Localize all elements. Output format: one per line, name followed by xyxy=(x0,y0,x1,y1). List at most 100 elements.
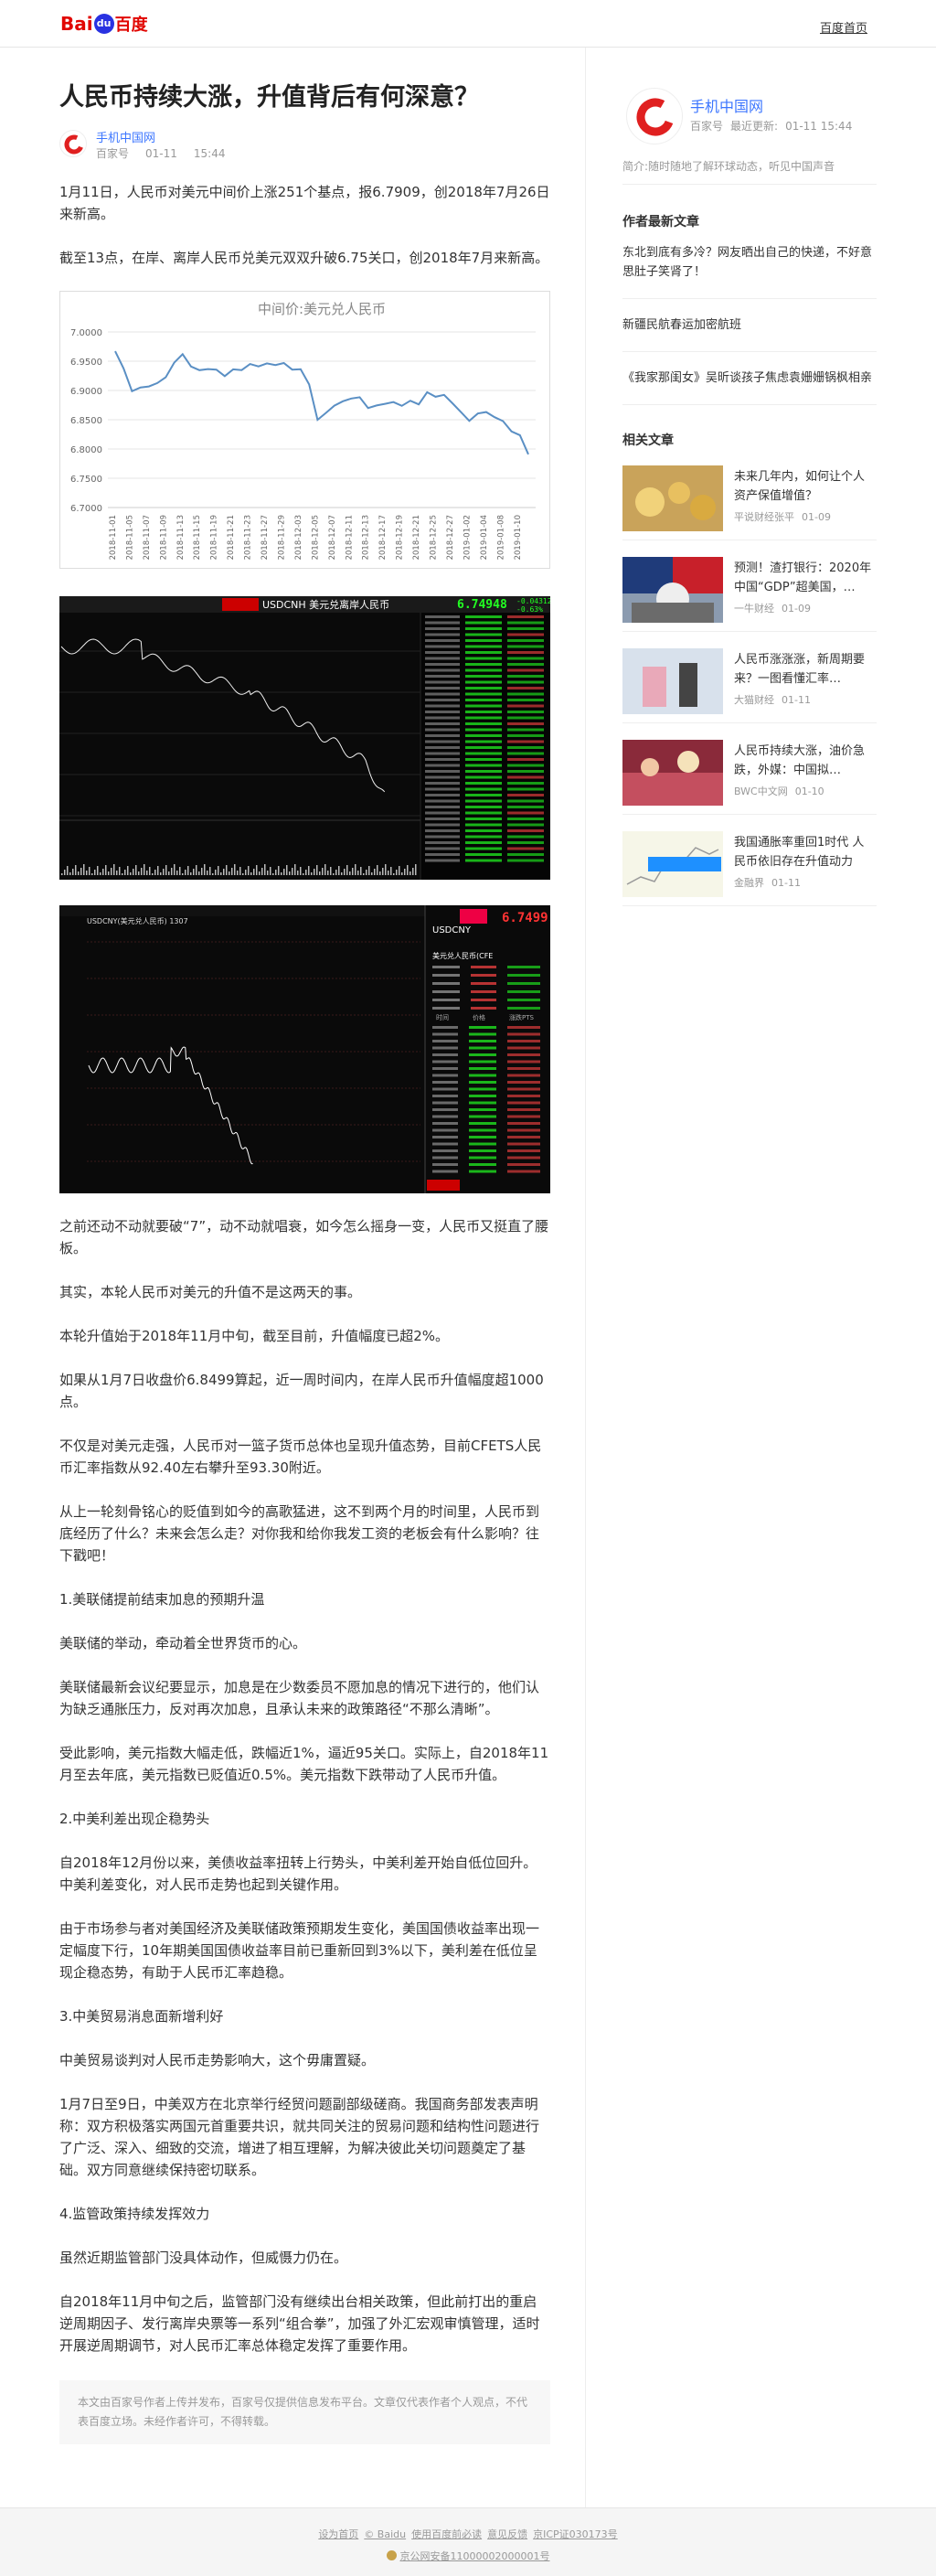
baidu-home-link[interactable]: 百度首页 xyxy=(820,18,867,36)
author-meta: 百家号 01-11 15:44 xyxy=(96,145,241,161)
publish-date: 01-11 xyxy=(145,147,177,160)
x-tick-label: 2018-12-27 xyxy=(446,515,455,560)
author-name-link[interactable]: 手机中国网 xyxy=(96,128,155,145)
x-tick-label: 2018-11-09 xyxy=(159,515,168,560)
article-paragraph: 1月11日，人民币对美元中间价上涨251个基点，报6.7909，创2018年7月… xyxy=(59,184,550,222)
y-tick-label: 6.9500 xyxy=(70,358,102,368)
related-article-meta: BWC中文网 01-10 xyxy=(734,784,824,798)
dark2-col-price: 价格 xyxy=(473,1013,485,1021)
latest-article-link[interactable]: 东北到底有多冷？网友晒出自己的快递，不好意思肚子笑肾了！ xyxy=(622,230,877,299)
related-article-title[interactable]: 未来几年内，如何让个人资产保值增值？ xyxy=(734,467,876,506)
latest-articles-list: 东北到底有多冷？网友晒出自己的快递，不好意思肚子笑肾了！ 新疆民航春运加密航班 《我… xyxy=(622,230,877,405)
article-paragraph: 如果从1月7日收盘价6.8499算起，近一周时间内，在岸人民币升值幅度超1000… xyxy=(59,1372,544,1410)
article-paragraph: 2.中美利差出现企稳势头 xyxy=(59,1811,210,1827)
police-badge-icon xyxy=(386,2550,397,2560)
dark2-col-change: 涨跌PTS xyxy=(509,1013,534,1021)
latest-article-link[interactable]: 《我家那闺女》吴昕谈孩子焦虑袁姗姗锅枫相亲 xyxy=(622,352,877,405)
author-logo-icon[interactable] xyxy=(59,130,87,157)
article-paragraph: 美联储的举动，牵动着全世界货币的心。 xyxy=(59,1635,307,1651)
related-article-title[interactable]: 预测！渣打银行：2020年中国“GDP”超美国，… xyxy=(734,559,876,597)
related-article-item[interactable]: 未来几年内，如何让个人资产保值增值？ 平说财经张平 01-09 xyxy=(622,449,877,540)
chart-svg: 中间价:美元兑人民币 7.0000 6.9500 6.9000 6.8500 6.8000… xyxy=(70,301,536,560)
icp-link[interactable]: 京公网安备11000002000001号 xyxy=(400,2550,550,2562)
x-tick-label: 2018-11-05 xyxy=(125,515,134,560)
article-paragraph: 之前还动不动就要破“7”，动不动就唱衰，如今怎么摇身一变，人民币又挺直了腰板。 xyxy=(59,1218,549,1256)
x-tick-label: 2018-12-21 xyxy=(412,515,421,560)
logo-text: Bai xyxy=(60,13,93,35)
sidebar-author-card: 手机中国网 百家号 最近更新: 01-11 15:44 简介:随时随地了解环球动态，… xyxy=(622,48,877,185)
footer-icp: 京公网安备11000002000001号 xyxy=(0,2549,936,2563)
sidebar-author-desc: 简介:随时随地了解环球动态，听见中国声音 xyxy=(622,160,835,173)
footer-link[interactable]: 使用百度前必读 xyxy=(411,2528,482,2540)
source-label: 百家号 xyxy=(96,147,130,160)
sidebar-author-meta: 百家号 最近更新: 01-11 15:44 xyxy=(690,118,859,134)
footer-link[interactable]: 意见反馈 xyxy=(487,2528,527,2540)
article-paragraph: 美联储最新会议纪要显示，加息是在少数委员不愿加息的情况下进行的，他们认为缺乏通胀… xyxy=(59,1679,540,1717)
latest-article-link[interactable]: 新疆民航春运加密航班 xyxy=(622,299,877,352)
y-tick-label: 7.0000 xyxy=(70,328,102,338)
related-article-title[interactable]: 人民币持续大涨，油价急跌，外媒：中国拟… xyxy=(734,742,876,780)
sidebar-updated-label: 最近更新: xyxy=(730,120,779,133)
related-article-thumbnail[interactable] xyxy=(622,557,723,623)
article-paragraph: 其实，本轮人民币对美元的升值不是这两天的事。 xyxy=(59,1284,362,1300)
article-paragraph: 1.美联储提前结束加息的预期升温 xyxy=(59,1591,265,1608)
related-article-title[interactable]: 人民币涨涨涨，新周期要来？一图看懂汇率… xyxy=(734,650,876,689)
x-tick-label: 2019-01-04 xyxy=(480,515,489,560)
article-paragraph: 截至13点，在岸、离岸人民币兑美元双双升破6.75关口，创2018年7月来新高。 xyxy=(59,250,549,266)
x-tick-label: 2018-12-11 xyxy=(345,515,354,560)
related-article-item[interactable]: 人民币涨涨涨，新周期要来？一图看懂汇率… 大猫财经 01-11 xyxy=(622,632,877,723)
related-article-thumbnail[interactable] xyxy=(622,740,723,806)
x-tick-label: 2018-11-19 xyxy=(210,515,219,560)
related-article-meta: 一牛财经 01-09 xyxy=(734,601,811,615)
related-article-meta: 大猫财经 01-11 xyxy=(734,692,811,707)
top-bar: Bai du 百度 百度首页 xyxy=(0,0,936,48)
dark-chart-pct: -0.63% xyxy=(516,605,543,614)
article-paragraph: 3.中美贸易消息面新增利好 xyxy=(59,2008,224,2025)
footer-link[interactable]: © Baidu xyxy=(364,2528,406,2540)
related-article-thumbnail[interactable] xyxy=(622,648,723,714)
x-tick-label: 2018-11-07 xyxy=(143,515,152,560)
related-article-item[interactable]: 预测！渣打银行：2020年中国“GDP”超美国，… 一牛财经 01-09 xyxy=(622,540,877,632)
sidebar-author-logo-icon[interactable] xyxy=(626,88,683,144)
sidebar-source: 百家号 xyxy=(690,120,724,133)
sidebar-author-name[interactable]: 手机中国网 xyxy=(690,94,763,116)
x-tick-label: 2018-11-29 xyxy=(277,515,286,560)
related-article-date: 01-09 xyxy=(782,603,811,615)
related-article-source: 平说财经张平 xyxy=(734,511,794,523)
x-tick-label: 2018-11-23 xyxy=(244,515,253,560)
article-paragraph: 自2018年12月份以来，美债收益率扭转上行势头，中美利差开始自低位回升。中美利… xyxy=(59,1855,537,1893)
related-articles-heading: 相关文章 xyxy=(622,433,674,448)
related-article-title[interactable]: 我国通胀率重回1时代 人民币依旧存在升值动力 xyxy=(734,833,876,871)
x-tick-label: 2018-11-21 xyxy=(227,515,236,560)
latest-articles-heading: 作者最新文章 xyxy=(622,215,699,230)
baidu-logo[interactable]: Bai du 百度 xyxy=(60,12,148,36)
related-article-item[interactable]: 我国通胀率重回1时代 人民币依旧存在升值动力 金融界 01-11 xyxy=(622,815,877,906)
related-article-thumbnail[interactable] xyxy=(622,831,723,897)
footer-link[interactable]: 设为首页 xyxy=(318,2528,358,2540)
x-tick-label: 2019-01-10 xyxy=(514,515,523,560)
article-paragraph: 中美贸易谈判对人民币走势影响大，这个毋庸置疑。 xyxy=(59,2052,376,2068)
author-row: 手机中国网 百家号 01-11 15:44 xyxy=(59,128,550,161)
x-tick-label: 2018-12-17 xyxy=(378,515,388,560)
y-tick-label: 6.7500 xyxy=(70,475,102,485)
related-article-date: 01-10 xyxy=(794,786,824,797)
article-paragraph: 从上一轮刻骨铭心的贬值到如今的高歌猛进，这不到两个月的时间里，人民币到底经历了什… xyxy=(59,1503,540,1564)
y-tick-label: 6.7000 xyxy=(70,504,102,514)
series-line xyxy=(114,350,529,455)
article-paragraph: 自2018年11月中旬之后，监管部门没有继续出台相关政策，但此前打出的重启逆周期… xyxy=(59,2293,540,2354)
y-tick-label: 6.8500 xyxy=(70,416,102,426)
chart-title: 中间价:美元兑人民币 xyxy=(258,301,386,317)
related-article-meta: 平说财经张平 01-09 xyxy=(734,509,831,524)
related-article-date: 01-09 xyxy=(802,511,831,523)
footer-link[interactable]: 京ICP证030173号 xyxy=(533,2528,618,2540)
x-tick-label: 2018-12-13 xyxy=(362,515,371,560)
y-tick-label: 6.9000 xyxy=(70,387,102,397)
x-tick-label: 2018-12-03 xyxy=(294,515,303,560)
article-paragraph: 本轮升值始于2018年11月中旬，截至目前，升值幅度已超2%。 xyxy=(59,1328,450,1344)
related-article-item[interactable]: 人民币持续大涨，油价急跌，外媒：中国拟… BWC中文网 01-10 xyxy=(622,723,877,815)
related-article-thumbnail[interactable] xyxy=(622,465,723,531)
article-paragraph: 不仅是对美元走强，人民币对一篮子货币总体也呈现升值态势，目前CFETS人民币汇率… xyxy=(59,1438,542,1476)
article-paragraph: 4.监管政策持续发挥效力 xyxy=(59,2206,210,2222)
related-articles-list: 未来几年内，如何让个人资产保值增值？ 平说财经张平 01-09 预测！渣打银行：202… xyxy=(622,449,877,906)
dark2-price: 6.7499 xyxy=(502,911,548,925)
